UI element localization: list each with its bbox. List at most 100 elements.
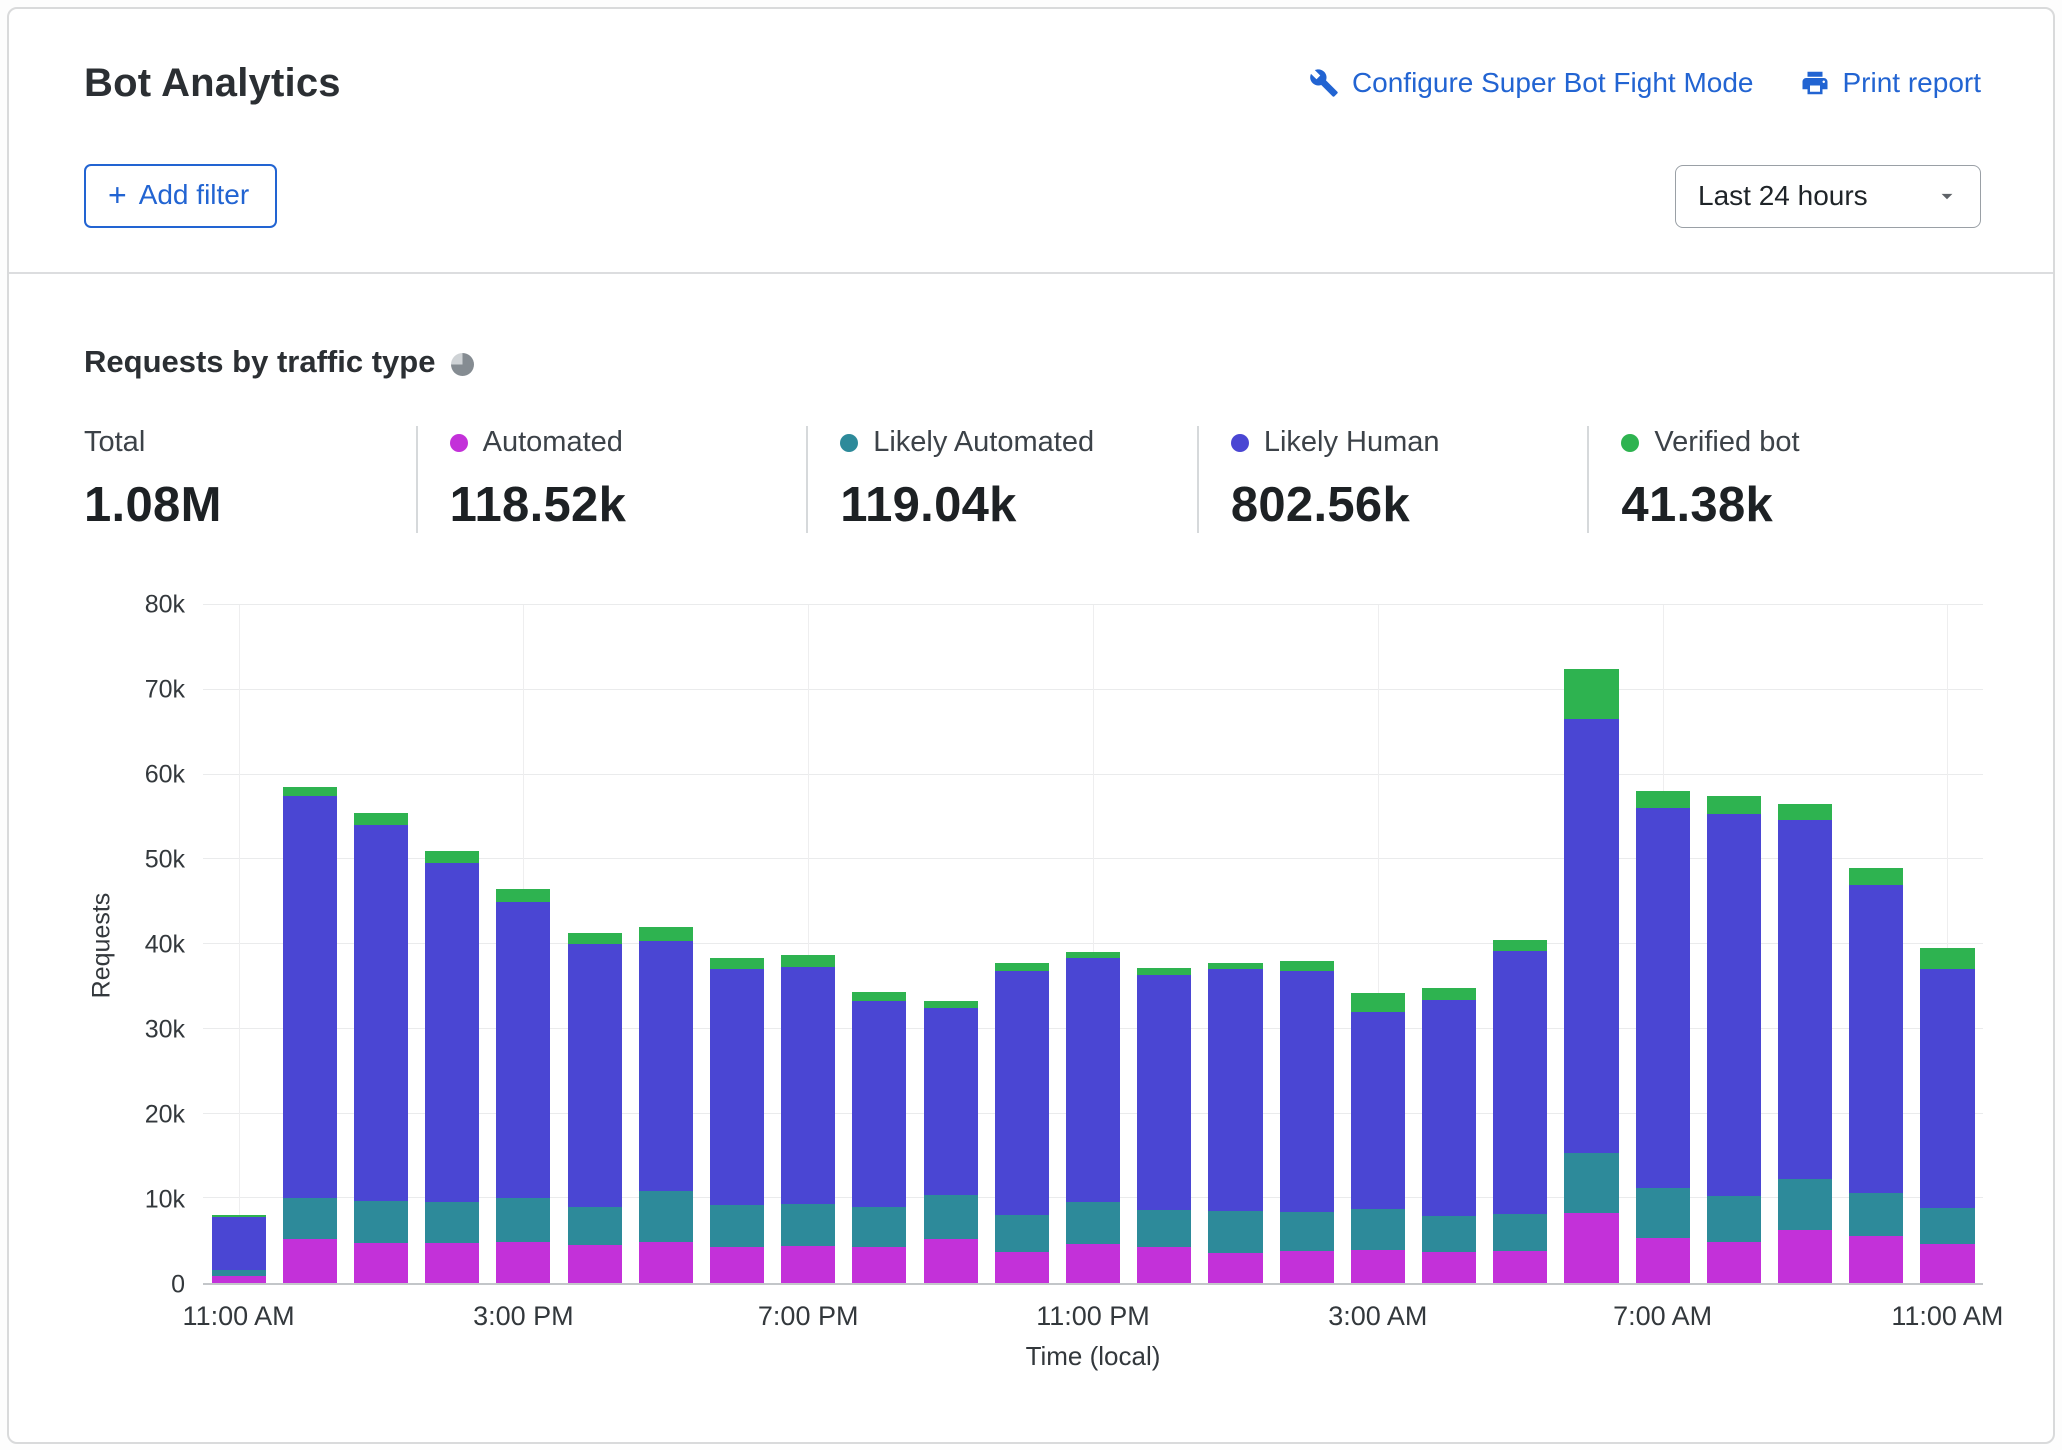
bar-segment-likely-automated (1564, 1153, 1618, 1212)
bar-segment-likely-human (995, 971, 1049, 1215)
bar-segment-likely-automated (639, 1191, 693, 1242)
stacked-bar[interactable] (1920, 948, 1974, 1283)
bar-segment-verified-bot (852, 992, 906, 1000)
bar-segment-likely-human (781, 967, 835, 1204)
bar-segment-verified-bot (1137, 968, 1191, 976)
bar-segment-likely-human (1137, 975, 1191, 1210)
stacked-bar[interactable] (212, 1215, 266, 1283)
bar-segment-automated (1137, 1247, 1191, 1283)
bar-segment-automated (639, 1242, 693, 1283)
bar-segment-likely-human (1351, 1012, 1405, 1209)
bar-slot (1485, 605, 1556, 1283)
stacked-bar[interactable] (354, 813, 408, 1283)
bar-segment-likely-automated (283, 1198, 337, 1239)
stacked-bar[interactable] (1066, 952, 1120, 1283)
stacked-bar[interactable] (425, 851, 479, 1283)
bar-segment-likely-human (212, 1217, 266, 1270)
bar-segment-likely-human (496, 902, 550, 1199)
bar-segment-automated (283, 1239, 337, 1283)
stacked-bar[interactable] (1208, 963, 1262, 1283)
stat-total: Total 1.08M (84, 426, 416, 533)
bar-segment-automated (1849, 1236, 1903, 1283)
bar-segment-automated (1280, 1251, 1334, 1283)
bar-segment-likely-human (710, 969, 764, 1205)
bar-slot (1057, 605, 1128, 1283)
stacked-bar[interactable] (924, 1001, 978, 1283)
likely-automated-legend-dot (840, 434, 858, 452)
bar-segment-verified-bot (496, 889, 550, 902)
y-axis-labels: 010k20k30k40k50k60k70k80k (123, 605, 203, 1285)
bar-segment-likely-automated (1493, 1214, 1547, 1251)
stacked-bar[interactable] (1636, 791, 1690, 1283)
bar-segment-automated (1707, 1242, 1761, 1283)
bar-segment-automated (1564, 1213, 1618, 1283)
plot-area (203, 605, 1983, 1285)
bar-segment-verified-bot (995, 963, 1049, 971)
bar-segment-likely-human (1707, 814, 1761, 1195)
stacked-bar[interactable] (496, 889, 550, 1283)
verified-bot-legend-dot (1621, 434, 1639, 452)
section-title: Requests by traffic type (84, 344, 435, 380)
stacked-bar[interactable] (1778, 804, 1832, 1283)
time-range-select[interactable]: Last 24 hours (1675, 165, 1981, 228)
print-report-link[interactable]: Print report (1800, 67, 1982, 99)
add-filter-button[interactable]: + Add filter (84, 164, 277, 228)
bar-segment-automated (212, 1276, 266, 1283)
stacked-bar[interactable] (283, 787, 337, 1283)
requests-chart: Requests 010k20k30k40k50k60k70k80k 11:00… (81, 605, 1983, 1372)
bar-slot (701, 605, 772, 1283)
bar-segment-likely-automated (354, 1201, 408, 1243)
header: Bot Analytics Configure Super Bot Fight … (9, 9, 2053, 106)
stacked-bar[interactable] (1493, 940, 1547, 1283)
stacked-bar[interactable] (781, 955, 835, 1283)
bar-segment-verified-bot (1920, 948, 1974, 969)
bar-segment-likely-human (1564, 719, 1618, 1153)
bar-segment-likely-human (924, 1008, 978, 1195)
bar-segment-likely-automated (995, 1215, 1049, 1252)
stacked-bar[interactable] (710, 958, 764, 1283)
stacked-bar[interactable] (1280, 961, 1334, 1283)
bar-segment-automated (710, 1247, 764, 1283)
bar-segment-likely-automated (568, 1207, 622, 1245)
stacked-bar[interactable] (852, 992, 906, 1283)
stacked-bar[interactable] (1351, 993, 1405, 1283)
bar-segment-automated (1636, 1238, 1690, 1283)
stacked-bar[interactable] (568, 933, 622, 1283)
bar-slot (274, 605, 345, 1283)
print-link-label: Print report (1843, 67, 1982, 99)
stacked-bar[interactable] (1422, 988, 1476, 1283)
stacked-bar[interactable] (1849, 868, 1903, 1283)
bar-segment-likely-automated (1351, 1209, 1405, 1250)
bar-segment-likely-automated (1778, 1179, 1832, 1230)
bar-segment-likely-automated (496, 1198, 550, 1242)
bar-segment-automated (1778, 1230, 1832, 1283)
bar-slot (417, 605, 488, 1283)
bar-slot (345, 605, 416, 1283)
bar-segment-automated (496, 1242, 550, 1283)
bar-slot (915, 605, 986, 1283)
stacked-bar[interactable] (1137, 968, 1191, 1283)
bar-segment-verified-bot (781, 955, 835, 967)
bot-analytics-card: Bot Analytics Configure Super Bot Fight … (7, 7, 2055, 1444)
time-range-value: Last 24 hours (1698, 180, 1868, 212)
y-tick-label: 80k (145, 591, 185, 620)
bar-segment-likely-human (283, 796, 337, 1199)
bar-segment-verified-bot (1351, 993, 1405, 1012)
x-tick-label: 11:00 AM (1891, 1301, 2003, 1332)
stacked-bar[interactable] (639, 927, 693, 1283)
bar-slot (1698, 605, 1769, 1283)
bar-segment-likely-human (1066, 958, 1120, 1201)
stats-row: Total 1.08M Automated 118.52k Likely Aut… (9, 380, 2053, 533)
stacked-bar[interactable] (995, 963, 1049, 1283)
x-axis-title: Time (local) (203, 1341, 1983, 1372)
bar-segment-automated (1493, 1251, 1547, 1283)
stat-likely-automated-label: Likely Automated (873, 426, 1094, 459)
y-tick-label: 10k (145, 1186, 185, 1215)
stacked-bar[interactable] (1707, 796, 1761, 1283)
bar-slot (986, 605, 1057, 1283)
bar-segment-likely-human (1778, 820, 1832, 1178)
stacked-bar[interactable] (1564, 669, 1618, 1283)
configure-super-bot-fight-mode-link[interactable]: Configure Super Bot Fight Mode (1309, 67, 1754, 99)
bar-segment-likely-human (1208, 969, 1262, 1211)
bar-segment-automated (1920, 1244, 1974, 1283)
